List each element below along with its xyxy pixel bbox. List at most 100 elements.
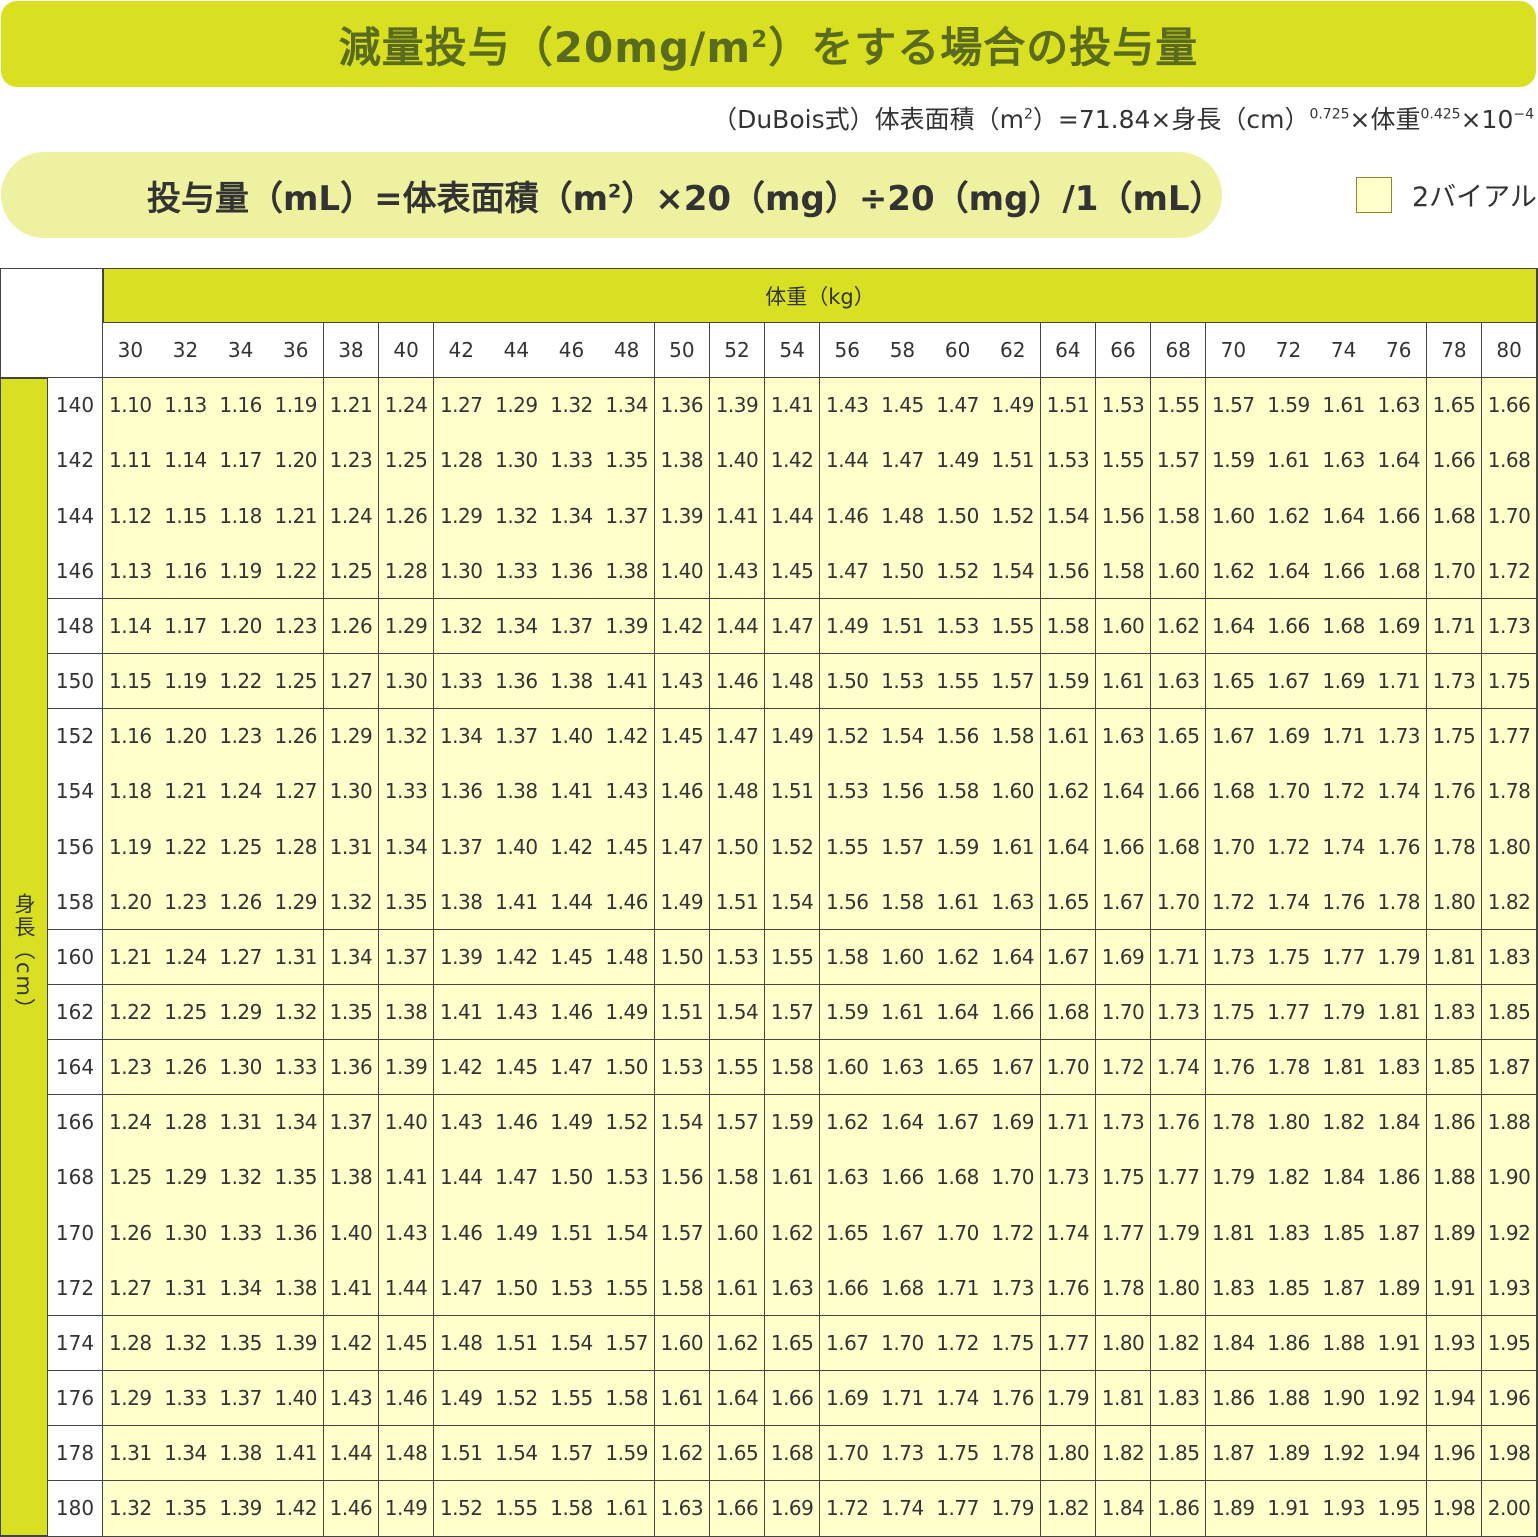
dose-cell: 1.83 [1426, 984, 1483, 1041]
dose-cell: 1.67 [1206, 708, 1262, 765]
dose-cell: 1.86 [1206, 1370, 1262, 1427]
dose-cell: 1.72 [1481, 543, 1538, 600]
dose-cell: 1.19 [103, 819, 159, 875]
dose-cell: 1.46 [709, 653, 766, 710]
weight-col-header: 70 [1206, 323, 1262, 378]
dose-cell: 1.40 [323, 1205, 380, 1261]
dose-cell: 1.89 [1426, 1205, 1483, 1261]
dose-cell: 1.57 [544, 1425, 600, 1482]
dose-cell: 1.52 [599, 1094, 655, 1151]
dose-cell: 1.37 [544, 598, 600, 655]
dose-cell: 1.86 [1261, 1315, 1317, 1372]
dose-cell: 1.54 [1040, 488, 1097, 544]
legend-label: 2バイアル [1412, 182, 1537, 213]
dose-cell: 1.70 [1206, 819, 1262, 875]
dose-cell: 1.87 [1206, 1425, 1262, 1482]
dose-cell: 1.68 [1206, 764, 1262, 820]
dose-cell: 1.28 [433, 433, 490, 489]
dose-cell: 1.14 [158, 433, 214, 489]
dose-cell: 1.72 [1095, 1039, 1152, 1096]
dose-cell: 1.30 [433, 543, 490, 600]
dose-cell: 1.84 [1371, 1094, 1428, 1151]
dose-cell: 1.73 [1481, 598, 1538, 655]
dose-cell: 1.19 [268, 378, 325, 434]
dose-cell: 1.75 [985, 1315, 1042, 1372]
dose-cell: 1.83 [1371, 1039, 1428, 1096]
height-row-header: 160 [48, 929, 103, 986]
dose-cell: 1.83 [1150, 1370, 1207, 1427]
weight-col-header: 40 [378, 323, 435, 378]
dose-cell: 1.33 [433, 653, 490, 710]
dose-cell: 1.70 [1095, 984, 1152, 1041]
dose-cell: 1.43 [378, 1205, 435, 1261]
dose-cell: 1.74 [1040, 1205, 1097, 1261]
formula-sup-2: 0.725 [1309, 106, 1350, 123]
dose-cell: 1.60 [985, 764, 1042, 820]
dose-cell: 1.25 [213, 819, 269, 875]
dose-cell: 1.28 [158, 1094, 214, 1151]
dose-cell: 1.43 [819, 378, 876, 434]
dose-cell: 1.28 [268, 819, 325, 875]
dose-cell: 1.36 [654, 378, 711, 434]
dose-cell: 1.30 [489, 433, 545, 489]
dose-cell: 1.41 [323, 1260, 380, 1317]
dose-cell: 1.32 [323, 874, 380, 930]
dose-cell: 1.89 [1206, 1481, 1262, 1537]
dose-cell: 1.76 [1040, 1260, 1097, 1317]
dose-cell: 1.57 [985, 653, 1042, 710]
weight-col-header: 60 [930, 323, 986, 378]
dose-cell: 1.92 [1316, 1425, 1372, 1482]
dose-cell: 1.25 [268, 653, 325, 710]
weight-col-header: 48 [599, 323, 655, 378]
dose-cell: 1.29 [489, 378, 545, 434]
dose-cell: 1.16 [103, 708, 159, 765]
dose-cell: 1.51 [654, 984, 711, 1041]
weight-header: 体重（kg） [103, 268, 1537, 323]
dose-cell: 1.45 [764, 543, 821, 600]
dose-cell: 1.37 [378, 929, 435, 986]
height-row-header: 140 [48, 378, 103, 434]
weight-col-header: 50 [654, 323, 711, 378]
dose-cell: 1.22 [213, 653, 269, 710]
title-tail: ）をする場合の投与量 [768, 22, 1199, 72]
dose-cell: 1.80 [1040, 1425, 1097, 1482]
dose-cell: 1.47 [764, 598, 821, 655]
dose-cell: 1.64 [1316, 488, 1372, 544]
dose-cell: 1.39 [213, 1481, 269, 1537]
dose-cell: 1.69 [1316, 653, 1372, 710]
dose-cell: 1.69 [1371, 598, 1428, 655]
dose-cell: 1.94 [1371, 1425, 1428, 1482]
dose-cell: 1.78 [985, 1425, 1042, 1482]
formula-sup-3: 0.425 [1420, 106, 1461, 123]
dose-cell: 1.69 [1261, 708, 1317, 765]
dose-cell: 1.24 [378, 378, 435, 434]
dose-cell: 1.47 [544, 1039, 600, 1096]
weight-col-header: 56 [819, 323, 876, 378]
dose-cell: 1.69 [764, 1481, 821, 1537]
dose-cell: 1.89 [1371, 1260, 1428, 1317]
dose-cell: 1.72 [930, 1315, 986, 1372]
dose-cell: 1.64 [985, 929, 1042, 986]
dose-cell: 1.55 [1095, 433, 1152, 489]
dose-cell: 1.29 [268, 874, 325, 930]
dose-cell: 1.58 [875, 874, 931, 930]
dose-cell: 1.57 [1150, 433, 1207, 489]
weight-col-header: 42 [433, 323, 490, 378]
dose-cell: 1.92 [1371, 1370, 1428, 1427]
title-main: 減量投与（20mg/m [338, 22, 752, 72]
legend: 2バイアル [1356, 175, 1537, 214]
dose-cell: 1.31 [158, 1260, 214, 1317]
dose-cell: 1.67 [1040, 929, 1097, 986]
dose-cell: 1.61 [985, 819, 1042, 875]
dose-cell: 1.69 [819, 1370, 876, 1427]
dose-cell: 1.40 [654, 543, 711, 600]
dose-cell: 1.45 [599, 819, 655, 875]
dose-cell: 1.86 [1150, 1481, 1207, 1537]
dose-cell: 1.22 [268, 543, 325, 600]
dose-cell: 1.65 [764, 1315, 821, 1372]
dose-cell: 1.36 [544, 543, 600, 600]
dose-cell: 1.54 [709, 984, 766, 1041]
dose-cell: 1.67 [1095, 874, 1152, 930]
dose-cell: 1.42 [433, 1039, 490, 1096]
dose-cell: 1.74 [1316, 819, 1372, 875]
